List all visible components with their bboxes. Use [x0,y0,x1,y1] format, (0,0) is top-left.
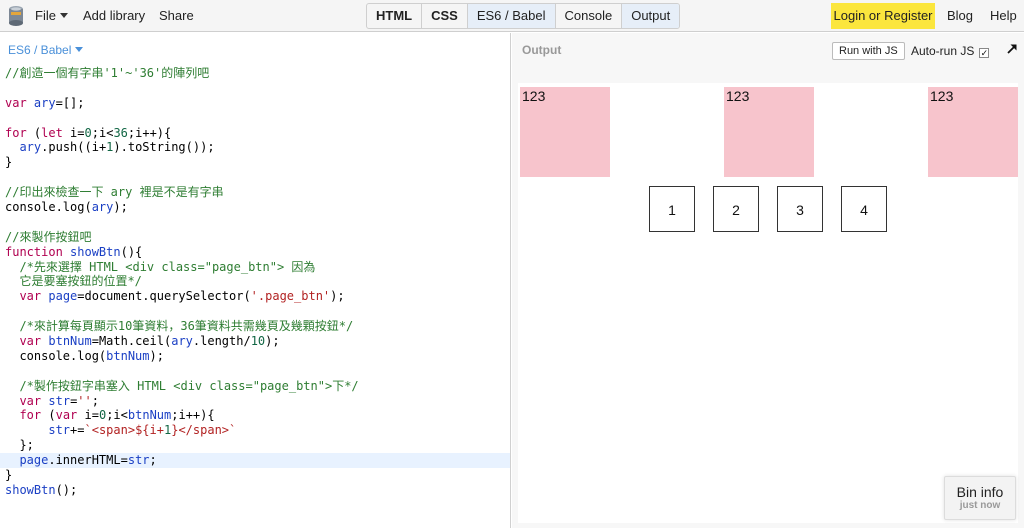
file-menu-label: File [35,8,56,23]
bin-info-timestamp: just now [959,500,1001,511]
page-button-4[interactable]: 4 [841,186,887,232]
code-line[interactable]: var btnNum=Math.ceil(ary.length/10); [0,334,510,349]
auto-run-toggle[interactable]: Auto-run JS ✓ [911,42,990,60]
code-line[interactable] [0,215,510,230]
code-line[interactable]: //來製作按鈕吧 [0,230,510,245]
tab-console[interactable]: Console [556,4,623,28]
file-menu[interactable]: File [35,0,68,32]
panel-toggles: HTML CSS ES6 / Babel Console Output [366,3,681,29]
tab-es6-babel[interactable]: ES6 / Babel [467,4,556,28]
auto-run-checkbox[interactable]: ✓ [979,48,990,58]
code-line[interactable] [0,111,510,126]
code-line[interactable]: for (var i=0;i<btnNum;i++){ [0,408,510,423]
content-box: 123 [520,87,610,177]
code-line[interactable]: /*來計算每頁顯示10筆資料，36筆資料共需幾頁及幾顆按鈕*/ [0,319,510,334]
login-register-button[interactable]: Login or Register [831,3,935,29]
code-line[interactable] [0,364,510,379]
content-box: 123 [928,87,1018,177]
code-line[interactable] [0,81,510,96]
jsbin-logo-icon[interactable] [8,5,24,27]
popout-arrow-icon[interactable] [1006,43,1018,55]
content-box: 123 [724,87,814,177]
language-selector[interactable]: ES6 / Babel [8,43,84,57]
language-label: ES6 / Babel [8,43,72,57]
code-line[interactable]: showBtn(); [0,483,510,498]
code-line[interactable]: /*先來選擇 HTML <div class="page_btn"> 因為 [0,260,510,275]
share-menu[interactable]: Share [159,0,194,32]
code-line[interactable]: var page=document.querySelector('.page_b… [0,289,510,304]
code-line[interactable]: //創造一個有字串'1'~'36'的陣列吧 [0,66,510,81]
code-line[interactable]: //印出來檢查一下 ary 裡是不是有字串 [0,185,510,200]
auto-run-label: Auto-run JS [911,44,975,58]
code-line[interactable]: ary.push((i+1).toString()); [0,140,510,155]
code-line[interactable]: console.log(btnNum); [0,349,510,364]
code-line[interactable]: }; [0,438,510,453]
code-line[interactable]: console.log(ary); [0,200,510,215]
code-line[interactable]: var str=''; [0,394,510,409]
caret-down-icon [59,13,68,18]
bin-info-title: Bin info [956,484,1004,500]
code-line[interactable]: 它是要塞按鈕的位置*/ [0,274,510,289]
code-line[interactable]: str+=`<span>${i+1}</span>` [0,423,510,438]
page-button-1[interactable]: 1 [649,186,695,232]
page-button-3[interactable]: 3 [777,186,823,232]
tab-css[interactable]: CSS [422,4,468,28]
code-line[interactable]: /*製作按鈕字串塞入 HTML <div class="page_btn">下*… [0,379,510,394]
code-line[interactable]: function showBtn(){ [0,245,510,260]
toolbar: File Add library Share HTML CSS ES6 / Ba… [0,0,1024,32]
code-line[interactable]: for (let i=0;i<36;i++){ [0,126,510,141]
blog-link[interactable]: Blog [947,0,973,32]
bin-info-button[interactable]: Bin info just now [944,476,1016,520]
caret-down-icon [75,47,84,52]
run-with-js-button[interactable]: Run with JS [832,42,905,60]
code-line[interactable]: } [0,155,510,170]
code-line[interactable]: } [0,468,510,483]
code-line[interactable] [0,304,510,319]
output-preview: 123 123 123 1 2 3 4 [518,83,1018,523]
code-area[interactable]: //創造一個有字串'1'~'36'的陣列吧 var ary=[]; for (let… [0,66,510,498]
add-library-menu[interactable]: Add library [83,0,145,32]
tab-html[interactable]: HTML [367,4,423,28]
page-button-2[interactable]: 2 [713,186,759,232]
code-line[interactable]: page.innerHTML=str; [0,453,510,469]
output-panel: Output Run with JS Auto-run JS ✓ 123 123 … [512,33,1024,528]
tab-output[interactable]: Output [622,4,680,28]
code-line[interactable]: var ary=[]; [0,96,510,111]
code-line[interactable] [0,170,510,185]
js-editor-panel[interactable]: ES6 / Babel //創造一個有字串'1'~'36'的陣列吧 var ary… [0,33,511,528]
output-label: Output [522,43,562,57]
help-link[interactable]: Help [990,0,1017,32]
